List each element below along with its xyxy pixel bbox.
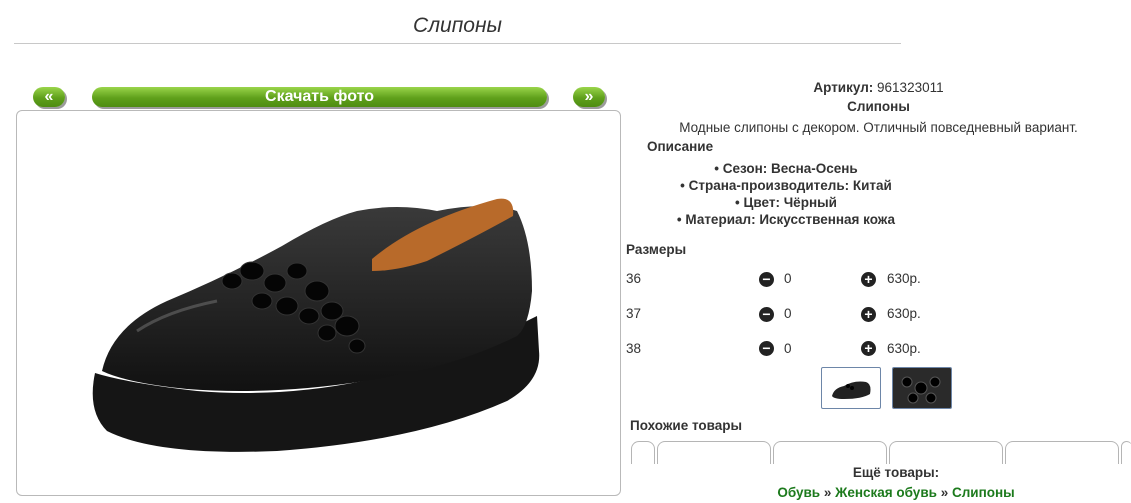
sku-label: Артикул:	[813, 80, 874, 95]
breadcrumb: Обувь » Женская обувь » Слипоны	[626, 485, 1131, 500]
next-photo-button[interactable]: »	[573, 87, 605, 107]
size-label: 38	[626, 341, 642, 356]
breadcrumb-link-shoes[interactable]: Обувь	[777, 485, 820, 500]
photo-thumbnail[interactable]	[821, 367, 881, 409]
minus-icon[interactable]: −	[759, 341, 774, 356]
similar-item-card[interactable]	[1121, 441, 1131, 464]
size-price: 630р.	[887, 341, 921, 356]
description-heading: Описание	[647, 139, 714, 154]
prev-photo-button[interactable]: «	[33, 87, 65, 107]
size-qty: 0	[784, 341, 792, 356]
similar-item-card[interactable]	[1005, 441, 1119, 464]
shoe-image	[92, 198, 540, 452]
plus-icon[interactable]: +	[861, 341, 876, 356]
similar-item-card[interactable]	[657, 441, 771, 464]
breadcrumb-separator: »	[940, 485, 949, 500]
breadcrumb-link-slipons[interactable]: Слипоны	[952, 485, 1015, 500]
breadcrumb-link-women-shoes[interactable]: Женская обувь	[835, 485, 937, 500]
size-label: 36	[626, 271, 642, 286]
product-description: Модные слипоны с декором. Отличный повсе…	[679, 120, 1078, 135]
spec-item-country: Страна-производитель: Китай	[626, 177, 946, 194]
sizes-heading: Размеры	[626, 242, 687, 257]
minus-icon[interactable]: −	[759, 272, 774, 287]
similar-item-card[interactable]	[631, 441, 655, 464]
spec-item-color: Цвет: Чёрный	[626, 194, 946, 211]
size-label: 37	[626, 306, 642, 321]
breadcrumb-separator: »	[823, 485, 832, 500]
size-qty: 0	[784, 306, 792, 321]
sku-value: 961323011	[877, 80, 944, 95]
shoe-thumbnail-icon	[832, 381, 871, 399]
similar-item-card[interactable]	[773, 441, 887, 464]
plus-icon[interactable]: +	[861, 307, 876, 322]
download-photo-button[interactable]: Скачать фото	[92, 87, 547, 107]
product-photo[interactable]	[16, 110, 621, 496]
minus-icon[interactable]: −	[759, 307, 774, 322]
product-name: Слипоны	[847, 99, 910, 114]
page-title: Слипоны	[413, 14, 502, 37]
size-qty: 0	[784, 271, 792, 286]
spec-list: Сезон: Весна-Осень Страна-производитель:…	[626, 160, 946, 228]
size-price: 630р.	[887, 306, 921, 321]
spec-item-season: Сезон: Весна-Осень	[626, 160, 946, 177]
more-label: Ещё товары:	[852, 465, 940, 480]
spec-item-material: Материал: Искусственная кожа	[626, 211, 946, 228]
detail-thumbnail-icon	[893, 368, 951, 408]
plus-icon[interactable]: +	[861, 272, 876, 287]
title-divider	[14, 43, 901, 44]
similar-item-card[interactable]	[889, 441, 1003, 464]
size-price: 630р.	[887, 271, 921, 286]
similar-heading: Похожие товары	[630, 418, 743, 433]
photo-thumbnail[interactable]	[892, 367, 952, 409]
